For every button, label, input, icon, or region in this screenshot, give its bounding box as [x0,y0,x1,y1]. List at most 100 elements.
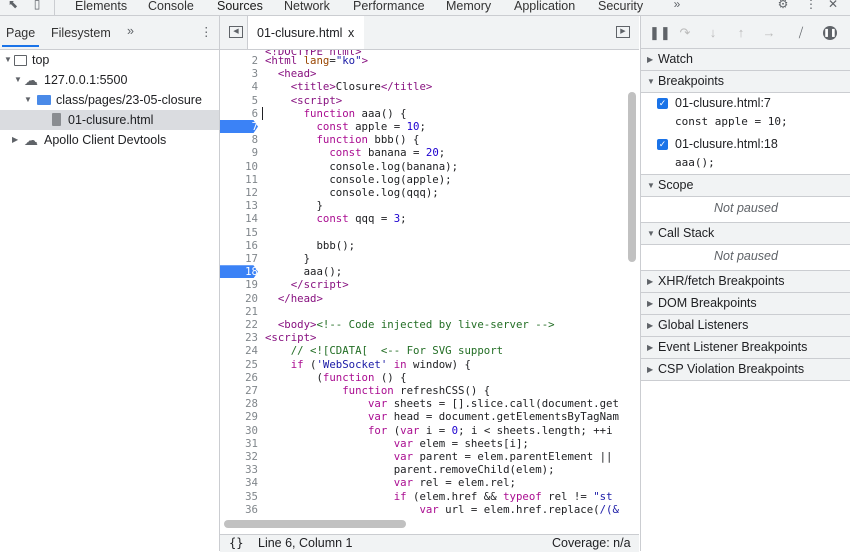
tree-item-folder[interactable]: ▼ class/pages/23-05-closure [0,90,219,110]
editor-tab-file[interactable]: 01-clusure.html x [248,16,364,49]
section-xhr-breakpoints[interactable]: ▶ XHR/fetch Breakpoints [641,270,850,293]
tab-performance[interactable]: Performance [353,0,425,15]
vertical-scrollbar[interactable] [628,92,636,262]
line-number[interactable]: 20 [220,292,258,305]
line-number[interactable]: 11 [220,173,258,186]
line-number[interactable]: 10 [220,160,258,173]
toggle-debugger-icon[interactable]: ▶ [616,26,630,38]
close-tab-icon[interactable]: x [348,26,354,40]
line-number[interactable]: 36 [220,503,258,516]
checkbox-checked-icon[interactable]: ✓ [657,98,668,109]
section-breakpoints[interactable]: ▼ Breakpoints [641,70,850,93]
line-number[interactable]: 35 [220,490,258,503]
tab-console[interactable]: Console [148,0,194,15]
section-event-listener-breakpoints[interactable]: ▶ Event Listener Breakpoints [641,336,850,359]
toggle-navigator-icon[interactable]: ◀ [229,26,243,38]
close-icon[interactable]: ✕ [826,0,840,11]
expand-arrow-icon[interactable]: ▼ [24,90,32,110]
line-number[interactable]: 16 [220,239,258,252]
tree-label: 01-clusure.html [68,113,154,127]
line-number[interactable]: 22 [220,318,258,331]
step-out-icon[interactable]: ↑ [733,25,749,41]
line-number[interactable]: 6 [220,107,258,120]
breakpoint-line-number[interactable]: 18 [220,265,258,279]
step-icon[interactable]: → [761,25,777,41]
inspect-element-icon[interactable]: ⬉ [6,0,20,11]
tab-application[interactable]: Application [514,0,575,15]
line-number[interactable]: 2 [220,54,258,67]
section-label: Global Listeners [658,318,749,332]
section-csp-breakpoints[interactable]: ▶ CSP Violation Breakpoints [641,358,850,381]
collapse-arrow-icon[interactable]: ▶ [12,130,18,150]
line-number[interactable]: 29 [220,410,258,423]
more-tabs-icon[interactable]: » [670,0,684,11]
tree-item-extension[interactable]: ▶ ☁ Apollo Client Devtools [0,130,219,150]
tab-page[interactable]: Page [1,26,40,47]
more-options-icon[interactable]: ⋮ [804,0,818,11]
tab-network[interactable]: Network [284,0,330,15]
line-number[interactable]: 34 [220,476,258,489]
device-toolbar-icon[interactable]: ▯ [30,0,44,11]
breakpoint-item[interactable]: ✓ 01-clusure.html:7 const apple = 10; [641,93,850,133]
horizontal-scrollbar[interactable] [224,520,406,528]
tab-sources[interactable]: Sources [217,0,263,15]
line-number[interactable]: 28 [220,397,258,410]
breakpoint-item[interactable]: ✓ 01-clusure.html:18 aaa(); [641,134,850,174]
tree-item-origin[interactable]: ▼ ☁ 127.0.0.1:5500 [0,70,219,90]
section-global-listeners[interactable]: ▶ Global Listeners [641,314,850,337]
section-watch[interactable]: ▶ Watch [641,48,850,71]
code-line: const banana = 20; [329,146,446,160]
pause-on-exceptions-icon[interactable]: ❚❚ [823,26,837,40]
section-scope[interactable]: ▼ Scope [641,174,850,197]
section-call-stack[interactable]: ▼ Call Stack [641,222,850,245]
line-number[interactable]: 21 [220,305,258,318]
cloud-icon: ☁ [24,72,38,88]
step-into-icon[interactable]: ↓ [705,25,721,41]
line-number[interactable]: 23 [220,331,258,344]
pause-icon[interactable]: ❚❚ [649,25,671,41]
tab-filesystem[interactable]: Filesystem [51,26,111,40]
code-line: function aaa() { [303,106,407,120]
line-number[interactable]: 17 [220,252,258,265]
line-number[interactable]: 30 [220,424,258,437]
step-over-icon[interactable]: ↷ [677,25,693,41]
expand-arrow-icon[interactable]: ▼ [4,50,12,70]
tab-elements[interactable]: Elements [75,0,127,15]
line-number[interactable]: 32 [220,450,258,463]
line-number[interactable]: 4 [220,80,258,93]
line-number[interactable]: 26 [220,371,258,384]
tab-security[interactable]: Security [598,0,643,15]
coverage-status[interactable]: Coverage: n/a [552,535,631,552]
more-navigator-tabs-icon[interactable]: » [127,24,134,38]
line-number[interactable]: 9 [220,146,258,159]
pretty-print-button[interactable]: {} [229,535,243,552]
tree-label: class/pages/23-05-closure [56,93,202,107]
breakpoint-line-number[interactable]: 7 [220,120,258,134]
line-number[interactable]: 5 [220,94,258,107]
file-navigator: Page Filesystem » ⋮ ▼ top ▼ ☁ 127.0.0.1:… [0,16,220,551]
line-number[interactable]: 14 [220,212,258,225]
expand-arrow-icon[interactable]: ▼ [14,70,22,90]
code-area[interactable]: <!DOCTYPE html> 2 3 4 5 6 7 8 9 10 11 12 13 14 15 16 17… [220,50,639,534]
line-number[interactable]: 13 [220,199,258,212]
line-number[interactable]: 8 [220,133,258,146]
tab-memory[interactable]: Memory [446,0,491,15]
section-dom-breakpoints[interactable]: ▶ DOM Breakpoints [641,292,850,315]
deactivate-breakpoints-icon[interactable]: ⧸ [793,25,809,41]
gear-icon[interactable]: ⚙ [776,0,790,11]
navigator-menu-icon[interactable]: ⋮ [200,24,213,39]
line-number[interactable]: 25 [220,358,258,371]
tree-item-top[interactable]: ▼ top [0,50,219,70]
line-number[interactable]: 27 [220,384,258,397]
code-line: (function () { [265,370,407,384]
line-number[interactable]: 15 [220,226,258,239]
checkbox-checked-icon[interactable]: ✓ [657,139,668,150]
cloud-icon: ☁ [24,132,38,148]
line-number[interactable]: 3 [220,67,258,80]
line-number[interactable]: 33 [220,463,258,476]
line-number[interactable]: 31 [220,437,258,450]
line-number[interactable]: 19 [220,278,258,291]
line-number[interactable]: 24 [220,344,258,357]
tree-item-file[interactable]: 01-clusure.html [0,110,219,130]
line-number[interactable]: 12 [220,186,258,199]
